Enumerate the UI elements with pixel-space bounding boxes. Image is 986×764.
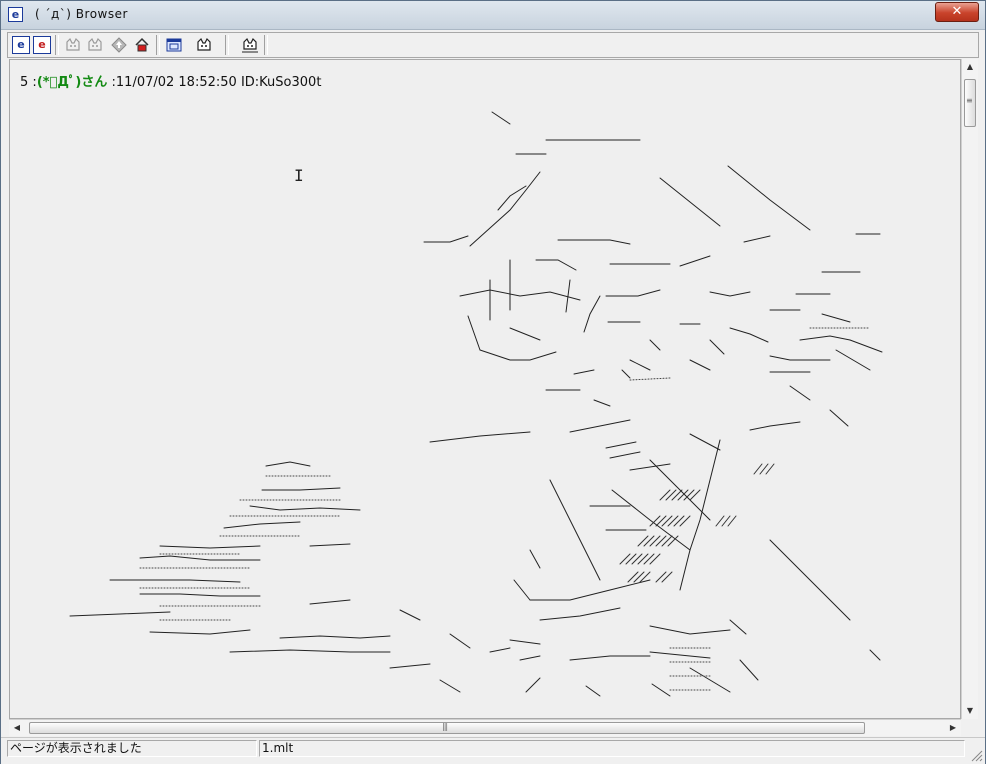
vertical-scroll-thumb[interactable]: ≡ — [964, 79, 976, 127]
scroll-right-arrow-icon[interactable]: ▶ — [945, 720, 961, 736]
ie-icon[interactable]: e — [8, 7, 23, 22]
status-bar: ページが表示されました 1.mlt — [1, 737, 985, 764]
close-button[interactable]: ✕ — [935, 2, 979, 22]
back-cat-icon[interactable] — [64, 36, 82, 54]
status-file: 1.mlt — [259, 740, 965, 757]
up-icon[interactable] — [110, 36, 128, 54]
ie-icon[interactable]: e — [12, 36, 30, 54]
scroll-left-arrow-icon[interactable]: ◀ — [9, 720, 25, 736]
window-icon[interactable] — [165, 36, 183, 54]
horizontal-scroll-thumb[interactable]: ||| — [29, 722, 865, 734]
cat-face-icon[interactable] — [195, 36, 213, 54]
cat-settings-icon[interactable] — [241, 36, 259, 54]
title-bar[interactable]: e ( ´д`) Browser ✕ — [1, 1, 985, 30]
text-cursor-icon: I — [294, 166, 304, 185]
window-title: ( ´д`) Browser — [35, 7, 128, 21]
scroll-down-arrow-icon[interactable]: ▼ — [962, 703, 978, 719]
toolbar-separator — [55, 35, 59, 55]
scroll-up-arrow-icon[interactable]: ▲ — [962, 59, 978, 75]
toolbar: e e — [7, 32, 979, 58]
browser-window: e ( ´д`) Browser ✕ e e 5:(*ﾟДﾟ)さん:11/0… — [0, 0, 986, 764]
ie-red-icon[interactable]: e — [33, 36, 51, 54]
horizontal-scrollbar[interactable]: ◀ ||| ▶ — [9, 719, 961, 736]
home-icon[interactable] — [133, 36, 151, 54]
resize-grip-icon[interactable] — [969, 748, 983, 762]
content-area[interactable]: 5 :(*ﾟДﾟ)さん :11/07/02 18:52:50 ID:KuSo30… — [9, 59, 961, 719]
scroll-grip-icon: ≡ — [966, 96, 973, 105]
ascii-art-illustration — [69, 111, 883, 697]
status-message: ページが表示されました — [7, 740, 257, 757]
vertical-scrollbar[interactable]: ▲ ≡ ▼ — [961, 59, 978, 719]
toolbar-separator — [156, 35, 160, 55]
toolbar-separator — [264, 35, 268, 55]
toolbar-separator — [225, 35, 229, 55]
scroll-grip-icon: ||| — [442, 722, 448, 731]
forward-cat-icon[interactable] — [86, 36, 104, 54]
